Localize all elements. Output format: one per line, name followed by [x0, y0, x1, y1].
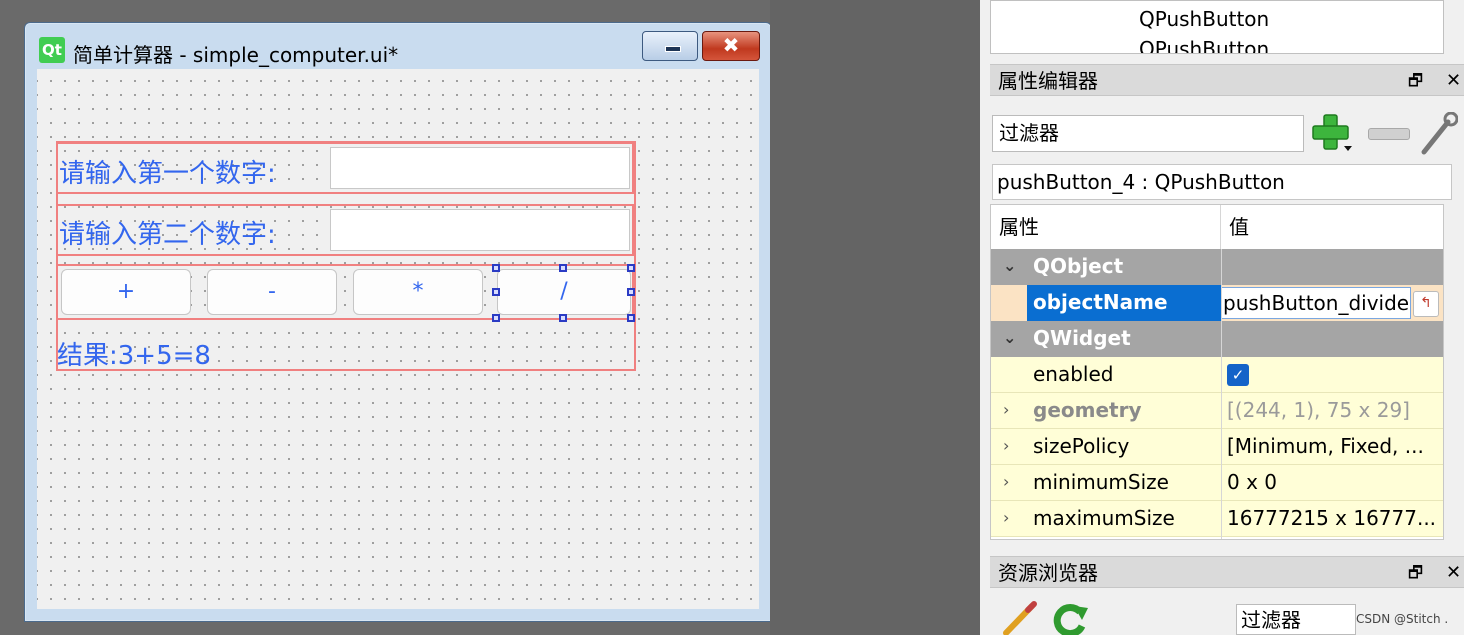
chevron-right-icon[interactable]: › [1003, 429, 1009, 463]
chevron-right-icon[interactable]: › [1003, 465, 1009, 499]
property-row-objectname[interactable]: objectName pushButton_divide ↰ [991, 285, 1443, 321]
add-button[interactable]: + [61, 269, 191, 315]
object-list-item[interactable]: QPushButton [1139, 7, 1269, 31]
workspace-background [770, 0, 980, 635]
object-list-item[interactable]: QPushButton [1139, 37, 1269, 53]
group-row-qwidget[interactable]: ⌄ QWidget [991, 321, 1443, 357]
property-name: minimumSize [1033, 470, 1169, 494]
value-column-header[interactable]: 值 [1221, 205, 1443, 249]
remove-property-icon[interactable] [1368, 128, 1410, 140]
property-row-minimumsize[interactable]: › minimumSize 0 x 0 [991, 465, 1443, 501]
minimize-icon [665, 46, 681, 52]
qt-logo-icon: Qt [39, 37, 65, 63]
multiply-button[interactable]: * [353, 269, 483, 315]
form-window: Qt 简单计算器 - simple_computer.ui* ✖ 请输入第一个数… [24, 22, 772, 622]
close-dock-icon[interactable]: ✕ [1446, 65, 1461, 97]
object-inspector-list[interactable]: QPushButton QPushButton [990, 0, 1444, 54]
property-filter-input[interactable]: 过滤器 [992, 115, 1304, 152]
second-number-label[interactable]: 请输入第二个数字: [59, 214, 276, 251]
window-titlebar[interactable]: Qt 简单计算器 - simple_computer.ui* ✖ [25, 23, 771, 69]
resize-handle-nw[interactable] [492, 264, 500, 272]
group-label: QWidget [1033, 326, 1131, 350]
property-value[interactable]: [Minimum, Fixed, ... [1227, 429, 1424, 463]
property-row-geometry[interactable]: › geometry [(244, 1), 75 x 29] [991, 393, 1443, 429]
resource-browser-title: 资源浏览器 🗗 ✕ [990, 556, 1464, 588]
property-name: maximumSize [1033, 506, 1175, 530]
property-row-enabled[interactable]: enabled ✓ [991, 357, 1443, 393]
property-value[interactable]: 0 x 0 [1227, 465, 1277, 499]
float-dock-icon[interactable]: 🗗 [1408, 65, 1423, 97]
edit-resources-icon[interactable] [1000, 600, 1040, 635]
property-value[interactable]: 16777215 x 16777... [1227, 501, 1436, 535]
resize-handle-n[interactable] [559, 264, 567, 272]
resize-handle-sw[interactable] [492, 314, 500, 322]
group-label: QObject [1033, 254, 1124, 278]
property-row-sizepolicy[interactable]: › sizePolicy [Minimum, Fixed, ... [991, 429, 1443, 465]
configure-icon[interactable] [1418, 112, 1458, 156]
resource-filter-input[interactable]: 过滤器 [1236, 604, 1356, 635]
float-dock-icon[interactable]: 🗗 [1408, 557, 1423, 589]
group-row-qobject[interactable]: ⌄ QObject [991, 249, 1443, 285]
property-editor-title: 属性编辑器 🗗 ✕ [990, 64, 1464, 96]
result-label[interactable]: 结果:3+5=8 [57, 335, 211, 372]
divide-button[interactable]: / [497, 269, 631, 315]
first-number-label[interactable]: 请输入第一个数字: [59, 153, 276, 190]
close-button[interactable]: ✖ [702, 31, 760, 61]
resize-handle-e[interactable] [627, 288, 635, 296]
designer-side-panel: QPushButton QPushButton 属性编辑器 🗗 ✕ 过滤器 pu… [980, 0, 1464, 635]
property-name: objectName [1033, 290, 1168, 314]
selected-object-heading: pushButton_4 : QPushButton [992, 164, 1452, 200]
resize-handle-w[interactable] [492, 288, 500, 296]
column-divider [1221, 249, 1222, 539]
window-title: 简单计算器 - simple_computer.ui* [73, 43, 399, 67]
enabled-checkbox[interactable]: ✓ [1227, 364, 1249, 386]
reload-icon[interactable] [1050, 602, 1090, 635]
watermark: CSDN @Stitch . [1356, 612, 1449, 626]
property-row-maximumsize[interactable]: › maximumSize 16777215 x 16777... [991, 501, 1443, 537]
objectname-value: pushButton_divide [1223, 291, 1410, 315]
property-table: 属性 值 ⌄ QObject objectName pushButton_div… [990, 204, 1444, 540]
objectname-edit-field[interactable]: pushButton_divide [1221, 287, 1411, 319]
resize-handle-s[interactable] [559, 314, 567, 322]
property-value[interactable]: [(244, 1), 75 x 29] [1227, 393, 1410, 427]
minimize-button[interactable] [642, 31, 698, 61]
add-property-icon[interactable] [1310, 112, 1352, 154]
chevron-down-icon[interactable]: ⌄ [1003, 249, 1016, 283]
resize-handle-ne[interactable] [627, 264, 635, 272]
second-number-input[interactable] [330, 209, 630, 251]
reset-property-icon[interactable]: ↰ [1413, 291, 1439, 317]
property-name: enabled [1033, 362, 1114, 386]
property-editor-title-text: 属性编辑器 [998, 69, 1098, 93]
resize-handle-se[interactable] [627, 314, 635, 322]
close-dock-icon[interactable]: ✕ [1446, 557, 1461, 589]
property-column-header[interactable]: 属性 [991, 205, 1221, 249]
first-number-input[interactable] [330, 147, 630, 189]
resource-browser-title-text: 资源浏览器 [998, 561, 1098, 585]
form-canvas[interactable]: 请输入第一个数字: 请输入第二个数字: + - * / 结果:3+5=8 [37, 69, 759, 609]
subtract-button[interactable]: - [207, 269, 337, 315]
chevron-right-icon[interactable]: › [1003, 501, 1009, 535]
property-name: geometry [1033, 398, 1142, 422]
chevron-right-icon[interactable]: › [1003, 393, 1009, 427]
close-icon: ✖ [722, 33, 740, 57]
chevron-down-icon[interactable]: ⌄ [1003, 321, 1016, 355]
property-name: sizePolicy [1033, 434, 1130, 458]
